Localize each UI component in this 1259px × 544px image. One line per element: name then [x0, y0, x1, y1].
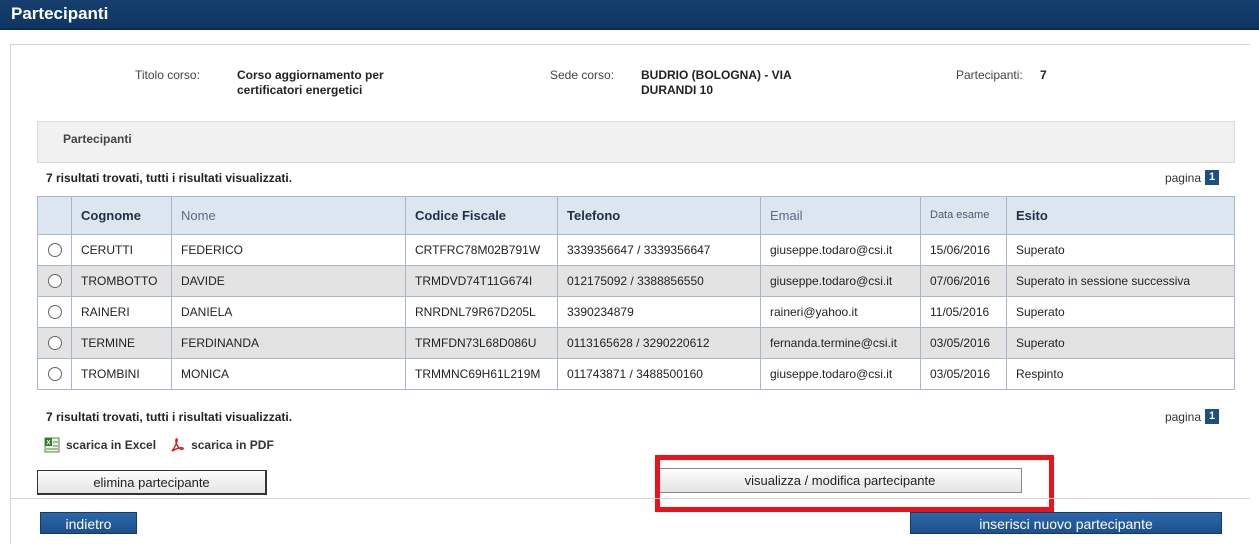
- row-select-radio[interactable]: [47, 305, 62, 320]
- cell-telefono: 011743871 / 3488500160: [557, 358, 761, 390]
- cell-telefono: 3390234879: [557, 296, 761, 328]
- svg-text:X: X: [46, 441, 50, 447]
- table-row[interactable]: RAINERI DANIELA RNRDNL79R67D205L 3390234…: [37, 296, 1235, 328]
- cell-telefono: 0113165628 / 3290220612: [557, 327, 761, 359]
- column-header-codice-fiscale[interactable]: Codice Fiscale: [405, 196, 558, 235]
- cell-cognome: CERUTTI: [71, 234, 172, 266]
- page-title: Partecipanti: [0, 0, 1259, 30]
- highlight-box: [655, 455, 1054, 512]
- cell-nome: DANIELA: [171, 296, 406, 328]
- cell-email: fernanda.termine@csi.it: [760, 327, 921, 359]
- cell-esito: Respinto: [1006, 358, 1235, 390]
- table-row[interactable]: TROMBOTTO DAVIDE TRMDVD74T11G674I 012175…: [37, 265, 1235, 297]
- select-column-header: [37, 196, 72, 235]
- column-header-email[interactable]: Email: [760, 196, 921, 235]
- pager-top: pagina 1: [1165, 170, 1219, 185]
- section-header: Partecipanti: [37, 121, 1235, 163]
- course-title-label: Titolo corso:: [135, 68, 200, 82]
- row-select-cell: [37, 234, 72, 266]
- pager-label: pagina: [1164, 170, 1201, 185]
- column-header-cognome[interactable]: Cognome: [71, 196, 172, 235]
- cell-codice-fiscale: TRMDVD74T11G674I: [405, 265, 558, 297]
- cell-telefono: 012175092 / 3388856550: [557, 265, 761, 297]
- cell-data-esame: 11/05/2016: [920, 296, 1007, 328]
- row-select-cell: [37, 358, 72, 390]
- add-participant-button[interactable]: inserisci nuovo partecipante: [910, 512, 1222, 534]
- cell-data-esame: 15/06/2016: [920, 234, 1007, 266]
- table-row[interactable]: TROMBINI MONICA TRMMNC69H61L219M 0117438…: [37, 358, 1235, 390]
- page-1-link[interactable]: 1: [1205, 170, 1219, 185]
- pager-bottom: pagina 1: [1165, 409, 1219, 424]
- page-1-link[interactable]: 1: [1205, 409, 1219, 424]
- cell-email: raineri@yahoo.it: [760, 296, 921, 328]
- cell-esito: Superato: [1006, 234, 1235, 266]
- column-header-esito[interactable]: Esito: [1006, 196, 1235, 235]
- cell-nome: DAVIDE: [171, 265, 406, 297]
- row-select-radio[interactable]: [47, 243, 62, 258]
- participants-table: Cognome Nome Codice Fiscale Telefono Ema…: [37, 196, 1235, 390]
- table-header-row: Cognome Nome Codice Fiscale Telefono Ema…: [37, 196, 1235, 235]
- excel-icon[interactable]: X: [44, 437, 60, 453]
- participants-count-label: Partecipanti:: [956, 68, 1023, 82]
- row-select-cell: [37, 296, 72, 328]
- cell-data-esame: 03/05/2016: [920, 327, 1007, 359]
- participants-count-value: 7: [1040, 68, 1047, 82]
- row-select-cell: [37, 265, 72, 297]
- cell-cognome: TROMBOTTO: [71, 265, 172, 297]
- course-site-value: BUDRIO (BOLOGNA) - VIA DURANDI 10: [641, 68, 792, 97]
- cell-cognome: TROMBINI: [71, 358, 172, 390]
- download-pdf-link[interactable]: scarica in PDF: [191, 438, 274, 452]
- cell-cognome: TERMINE: [71, 327, 172, 359]
- pager-label: pagina: [1164, 409, 1201, 424]
- download-links: X scarica in Excel scarica in PDF: [44, 437, 274, 453]
- download-excel-link[interactable]: scarica in Excel: [66, 438, 156, 452]
- results-summary-bottom: 7 risultati trovati, tutti i risultati v…: [46, 410, 293, 424]
- results-summary-top: 7 risultati trovati, tutti i risultati v…: [46, 171, 293, 185]
- cell-esito: Superato: [1006, 327, 1235, 359]
- row-select-radio[interactable]: [47, 367, 62, 382]
- cell-email: giuseppe.todaro@csi.it: [760, 358, 921, 390]
- cell-esito: Superato in sessione successiva: [1006, 265, 1235, 297]
- column-header-data-esame[interactable]: Data esame: [920, 196, 1007, 235]
- cell-nome: MONICA: [171, 358, 406, 390]
- cell-email: giuseppe.todaro@csi.it: [760, 265, 921, 297]
- cell-cognome: RAINERI: [71, 296, 172, 328]
- cell-email: giuseppe.todaro@csi.it: [760, 234, 921, 266]
- table-row[interactable]: CERUTTI FEDERICO CRTFRC78M02B791W 333935…: [37, 234, 1235, 266]
- cell-telefono: 3339356647 / 3339356647: [557, 234, 761, 266]
- cell-codice-fiscale: RNRDNL79R67D205L: [405, 296, 558, 328]
- table-row[interactable]: TERMINE FERDINANDA TRMFDN73L68D086U 0113…: [37, 327, 1235, 359]
- cell-esito: Superato: [1006, 296, 1235, 328]
- column-header-nome[interactable]: Nome: [171, 196, 406, 235]
- course-site-label: Sede corso:: [550, 68, 615, 82]
- row-select-radio[interactable]: [47, 336, 62, 351]
- delete-participant-button[interactable]: elimina partecipante: [37, 470, 267, 495]
- divider: [10, 498, 1250, 499]
- column-header-telefono[interactable]: Telefono: [557, 196, 761, 235]
- cell-data-esame: 07/06/2016: [920, 265, 1007, 297]
- row-select-cell: [37, 327, 72, 359]
- course-title-value: Corso aggiornamento per certificatori en…: [237, 68, 384, 97]
- cell-codice-fiscale: TRMMNC69H61L219M: [405, 358, 558, 390]
- row-select-radio[interactable]: [47, 274, 62, 289]
- cell-codice-fiscale: CRTFRC78M02B791W: [405, 234, 558, 266]
- cell-codice-fiscale: TRMFDN73L68D086U: [405, 327, 558, 359]
- back-button[interactable]: indietro: [40, 512, 137, 534]
- pdf-icon[interactable]: [169, 437, 185, 453]
- cell-nome: FERDINANDA: [171, 327, 406, 359]
- cell-data-esame: 03/05/2016: [920, 358, 1007, 390]
- cell-nome: FEDERICO: [171, 234, 406, 266]
